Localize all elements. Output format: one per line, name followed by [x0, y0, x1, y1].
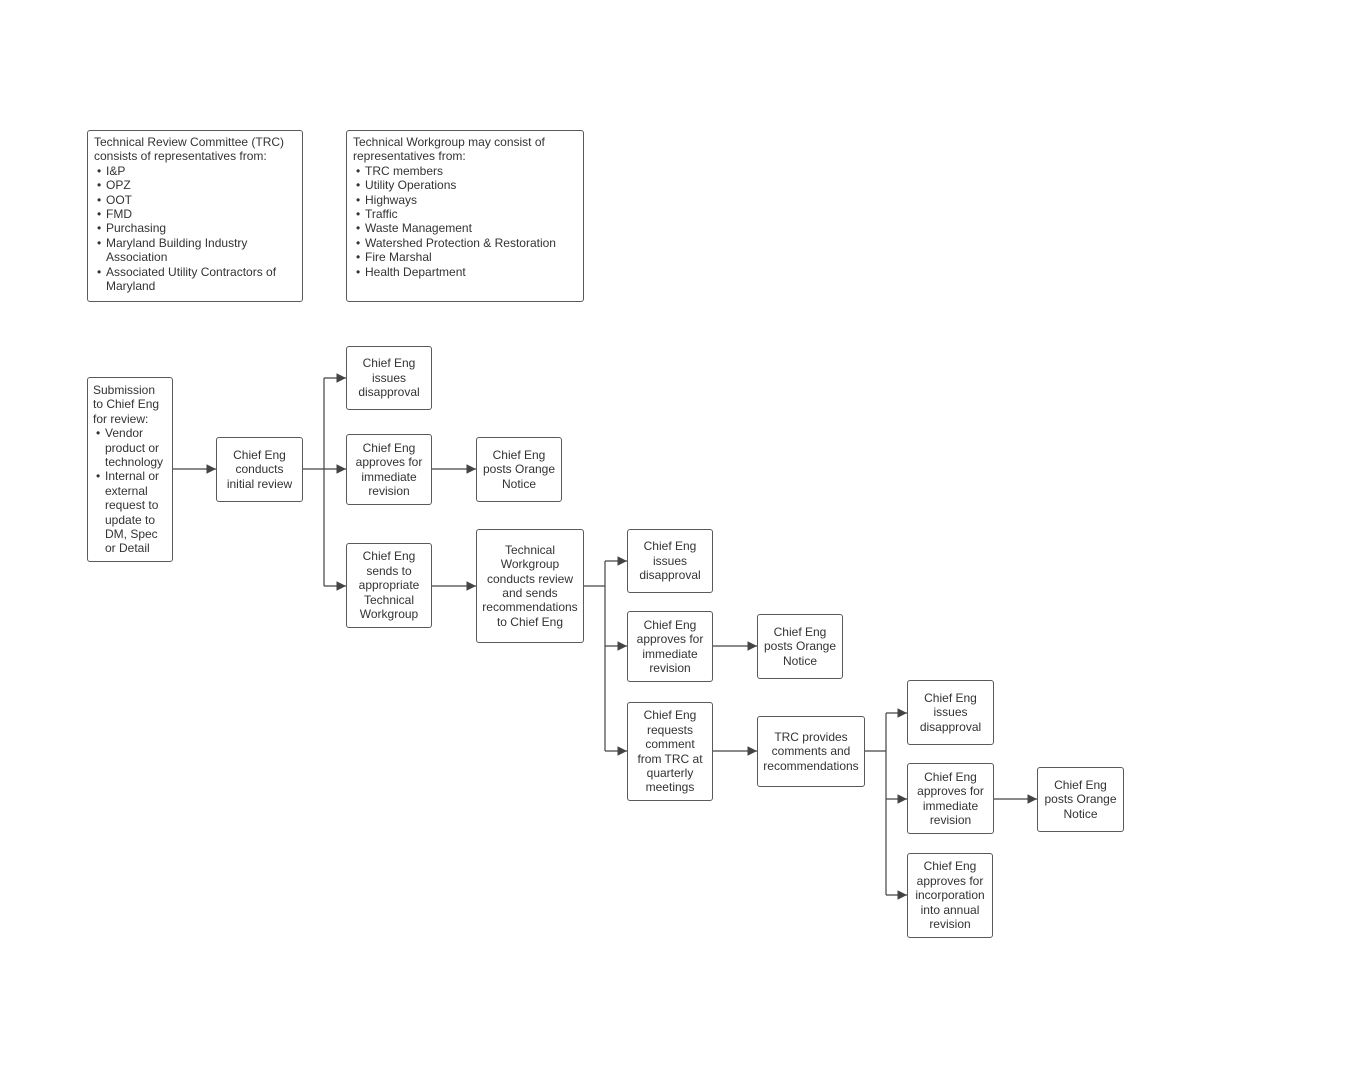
- annual-revision-node: Chief Eng approves for incorporation int…: [907, 853, 993, 938]
- list-item: Maryland Building Industry Association: [97, 236, 296, 265]
- list-item: OOT: [97, 193, 296, 208]
- list-item: Associated Utility Contractors of Maryla…: [97, 265, 296, 294]
- orange-notice-node: Chief Eng posts Orange Notice: [476, 437, 562, 502]
- disapproval-node: Chief Eng issues disapproval: [907, 680, 994, 745]
- list-item: Fire Marshal: [356, 250, 577, 265]
- list-item: Highways: [356, 193, 577, 208]
- list-item: Utility Operations: [356, 178, 577, 193]
- list-item: Health Department: [356, 265, 577, 280]
- node-heading: Submission to Chief Eng for review:: [93, 383, 160, 426]
- list-item: Internal or external request to update t…: [96, 469, 167, 555]
- initial-review-node: Chief Eng conducts initial review: [216, 437, 303, 502]
- note-heading: Technical Review Committee (TRC) consist…: [94, 135, 285, 164]
- approve-revision-node: Chief Eng approves for immediate revisio…: [907, 763, 994, 834]
- list-item: I&P: [97, 164, 296, 179]
- note-heading: Technical Workgroup may consist of repre…: [353, 135, 545, 164]
- list-item: Vendor product or technology: [96, 426, 167, 469]
- workgroup-members-note: Technical Workgroup may consist of repre…: [346, 130, 584, 302]
- connector: [584, 561, 606, 751]
- list-item: TRC members: [356, 164, 577, 179]
- list-item: Watershed Protection & Restoration: [356, 236, 577, 251]
- list-item: Waste Management: [356, 221, 577, 236]
- approve-revision-node: Chief Eng approves for immediate revisio…: [346, 434, 432, 505]
- send-workgroup-node: Chief Eng sends to appropriate Technical…: [346, 543, 432, 628]
- orange-notice-node: Chief Eng posts Orange Notice: [1037, 767, 1124, 832]
- disapproval-node: Chief Eng issues disapproval: [346, 346, 432, 410]
- submission-node: Submission to Chief Eng for review: Vend…: [87, 377, 173, 562]
- trc-members-note: Technical Review Committee (TRC) consist…: [87, 130, 303, 302]
- workgroup-review-node: Technical Workgroup conducts review and …: [476, 529, 584, 643]
- disapproval-node: Chief Eng issues disapproval: [627, 529, 713, 593]
- list-item: OPZ: [97, 178, 296, 193]
- list-item: Traffic: [356, 207, 577, 222]
- orange-notice-node: Chief Eng posts Orange Notice: [757, 614, 843, 679]
- trc-comments-node: TRC provides comments and recommendation…: [757, 716, 865, 787]
- request-trc-node: Chief Eng requests comment from TRC at q…: [627, 702, 713, 801]
- connector: [865, 713, 887, 895]
- list-item: FMD: [97, 207, 296, 222]
- list-item: Purchasing: [97, 221, 296, 236]
- connector: [303, 378, 325, 586]
- approve-revision-node: Chief Eng approves for immediate revisio…: [627, 611, 713, 682]
